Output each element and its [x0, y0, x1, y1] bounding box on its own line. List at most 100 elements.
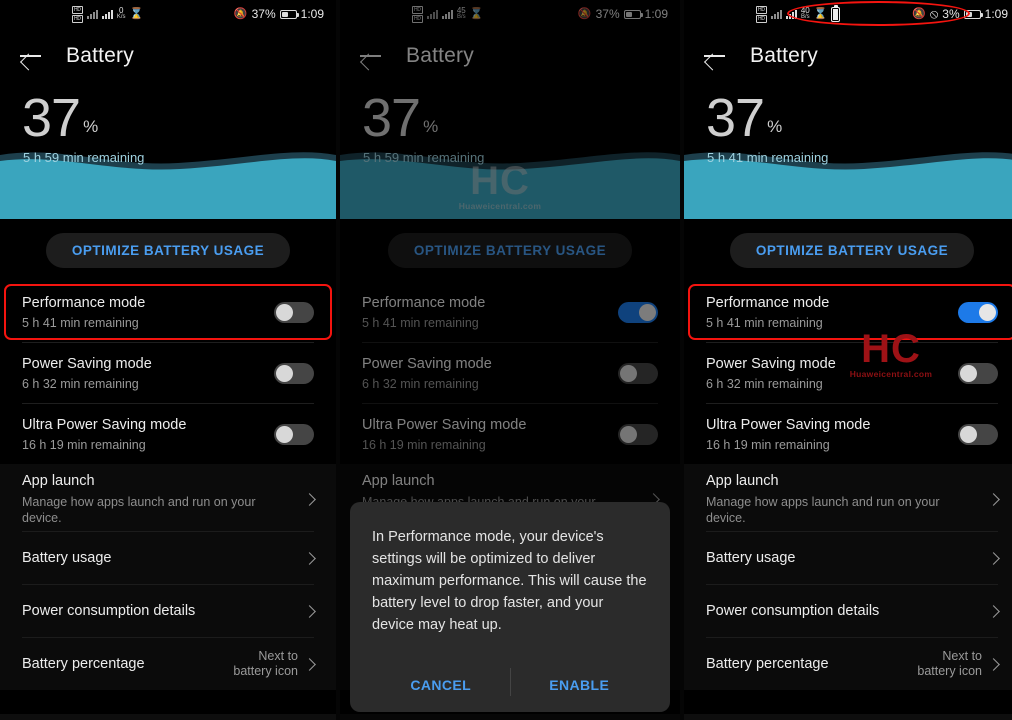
nav-row-battery-percentage[interactable]: Battery percentage Next to battery icon — [684, 638, 1012, 690]
status-bar: HD HD 40 B/s ⌛ 🔕 ⦸ 3% 1:09 — [684, 0, 1012, 28]
mode-row-ultra-power-saving-mode[interactable]: Ultra Power Saving mode 16 h 19 min remai… — [0, 404, 336, 464]
battery-level-display: 37% — [706, 88, 782, 148]
nav-value: Next to battery icon — [233, 649, 298, 678]
mode-toggle[interactable] — [958, 423, 998, 445]
network-speed-unit: B/s — [456, 14, 466, 20]
mode-row-power-saving-mode[interactable]: Power Saving mode 6 h 32 min remaining — [0, 343, 336, 403]
battery-remaining-text: 5 h 59 min remaining — [23, 150, 145, 165]
back-arrow-icon[interactable] — [704, 45, 726, 67]
nav-row-battery-usage[interactable]: Battery usage — [0, 532, 336, 584]
battery-icon — [279, 9, 299, 19]
mode-row-ultra-power-saving-mode[interactable]: Ultra Power Saving mode 16 h 19 min remai… — [684, 404, 1012, 464]
mode-label: Performance mode — [22, 294, 146, 311]
status-bar-left: HD HD 0 K/s ⌛ — [72, 5, 144, 23]
mode-row-performance-mode[interactable]: Performance mode 5 h 41 min remaining — [340, 282, 680, 342]
nav-row-app-launch[interactable]: App launch Manage how apps launch and run… — [684, 468, 1012, 531]
mode-row-performance-mode[interactable]: Performance mode 5 h 41 min remaining — [0, 282, 336, 342]
nav-row-power-consumption-details[interactable]: Power consumption details — [684, 585, 1012, 637]
bell-muted-icon: 🔕 — [233, 7, 248, 20]
battery-percentage-text: 37% — [251, 7, 276, 21]
panel-1: HD HD 0 K/s ⌛ 🔕 37% 1:09 Battery 37% 5 h 59 min re… — [0, 0, 336, 720]
mode-row-performance-mode[interactable]: Performance mode 5 h 41 min remaining — [684, 282, 1012, 342]
nav-label: App launch — [362, 473, 435, 489]
battery-modes-list: Performance mode 5 h 41 min remaining Powe… — [684, 282, 1012, 464]
status-bar: HD HD 0 K/s ⌛ 🔕 37% 1:09 — [0, 0, 336, 28]
nav-label: Battery usage — [22, 550, 112, 566]
page-content: OPTIMIZE BATTERY USAGE Performance mode 5 … — [0, 219, 336, 690]
status-bar-right: 🔕 ⦸ 3% 1:09 — [912, 6, 1008, 22]
hourglass-icon: ⌛ — [129, 7, 144, 20]
mode-remaining-text: 16 h 19 min remaining — [362, 437, 486, 452]
mode-row-text: Power Saving mode 6 h 32 min remaining — [362, 356, 492, 391]
battery-level-percent-sign: % — [423, 117, 439, 136]
mode-toggle[interactable] — [618, 301, 658, 323]
toggle-knob — [639, 303, 656, 321]
page-header: Battery — [684, 28, 1012, 84]
mode-remaining-text: 6 h 32 min remaining — [22, 376, 139, 391]
battery-level-display: 37% — [362, 91, 439, 145]
sim2-hd-icon: HD — [72, 14, 83, 23]
mode-remaining-text: 5 h 41 min remaining — [362, 315, 479, 330]
chevron-right-icon — [303, 604, 316, 618]
chevron-right-icon — [303, 657, 316, 671]
mode-toggle[interactable] — [274, 301, 314, 323]
mode-toggle[interactable] — [618, 362, 658, 384]
optimize-battery-usage-button[interactable]: OPTIMIZE BATTERY USAGE — [729, 233, 975, 268]
status-bar-right: 🔕 37% 1:09 — [234, 7, 324, 21]
nav-label: Power consumption details — [22, 603, 196, 619]
bottom-nav-bar — [684, 714, 1012, 720]
toggle-knob — [276, 425, 293, 443]
status-bar-left: HD HD 40 B/s ⌛ — [756, 4, 841, 23]
clock-text: 1:09 — [300, 7, 324, 21]
mode-row-ultra-power-saving-mode[interactable]: Ultra Power Saving mode 16 h 19 min remai… — [340, 404, 680, 464]
mode-toggle[interactable] — [274, 423, 314, 445]
sim1-hd-icon: HD — [412, 5, 423, 14]
page-title: Battery — [66, 44, 134, 67]
toggle-knob — [620, 364, 637, 382]
mode-toggle[interactable] — [274, 362, 314, 384]
screenshot-triptych: HD HD 0 K/s ⌛ 🔕 37% 1:09 Battery 37% 5 h 59 min re… — [0, 0, 1012, 720]
battery-hero: 37% 5 h 59 min remaining — [340, 84, 680, 219]
nav-row-right: Next to battery icon — [233, 649, 316, 679]
sim2-hd-icon: HD — [756, 14, 767, 23]
mode-row-text: Performance mode 5 h 41 min remaining — [706, 295, 829, 330]
nav-row-right — [987, 604, 1000, 618]
nav-label: App launch — [706, 473, 779, 489]
mode-toggle[interactable] — [958, 301, 998, 323]
nav-row-battery-usage[interactable]: Battery usage — [684, 532, 1012, 584]
mode-label: Power Saving mode — [22, 355, 152, 372]
nav-description: Manage how apps launch and run on your d… — [706, 495, 940, 525]
panel-3: HD HD 40 B/s ⌛ 🔕 ⦸ 3% 1:09 Battery 37% 5 h 41 min r… — [684, 0, 1012, 720]
nav-row-power-consumption-details[interactable]: Power consumption details — [0, 585, 336, 637]
nav-row-app-launch[interactable]: App launch Manage how apps launch and run… — [0, 468, 336, 531]
nav-row-battery-percentage[interactable]: Battery percentage Next to battery icon — [0, 638, 336, 690]
mode-toggle[interactable] — [958, 362, 998, 384]
optimize-button-wrap: OPTIMIZE BATTERY USAGE — [0, 219, 336, 282]
signal-bars-sim2-icon — [101, 9, 113, 19]
chevron-right-icon — [987, 604, 1000, 618]
nav-row-text: Battery usage — [22, 550, 111, 566]
cancel-button[interactable]: CANCEL — [372, 658, 510, 712]
sim1-hd-icon: HD — [756, 5, 767, 14]
back-arrow-icon[interactable] — [20, 45, 42, 67]
mode-row-power-saving-mode[interactable]: Power Saving mode 6 h 32 min remaining — [684, 343, 1012, 403]
nav-row-text: Battery percentage — [22, 656, 145, 672]
mode-toggle[interactable] — [618, 423, 658, 445]
mode-row-power-saving-mode[interactable]: Power Saving mode 6 h 32 min remaining — [340, 343, 680, 403]
chevron-right-icon — [987, 551, 1000, 565]
enable-button[interactable]: ENABLE — [511, 658, 649, 712]
battery-level-number: 37 — [706, 88, 765, 148]
optimize-battery-usage-button[interactable]: OPTIMIZE BATTERY USAGE — [387, 233, 633, 268]
signal-bars-sim2-icon — [785, 9, 797, 19]
toggle-knob — [960, 425, 977, 443]
back-arrow-icon[interactable] — [360, 45, 382, 67]
mode-remaining-text: 5 h 41 min remaining — [22, 315, 139, 330]
mode-remaining-text: 6 h 32 min remaining — [362, 376, 479, 391]
optimize-battery-usage-button[interactable]: OPTIMIZE BATTERY USAGE — [45, 233, 291, 268]
settings-nav-list: App launch Manage how apps launch and run… — [684, 464, 1012, 690]
nav-label: Battery percentage — [706, 656, 829, 672]
signal-bars-sim1-icon — [426, 9, 438, 19]
settings-nav-list: App launch Manage how apps launch and run… — [0, 464, 336, 690]
nav-row-right: Next to battery icon — [917, 649, 1000, 679]
mode-row-text: Ultra Power Saving mode 16 h 19 min remai… — [706, 417, 870, 452]
